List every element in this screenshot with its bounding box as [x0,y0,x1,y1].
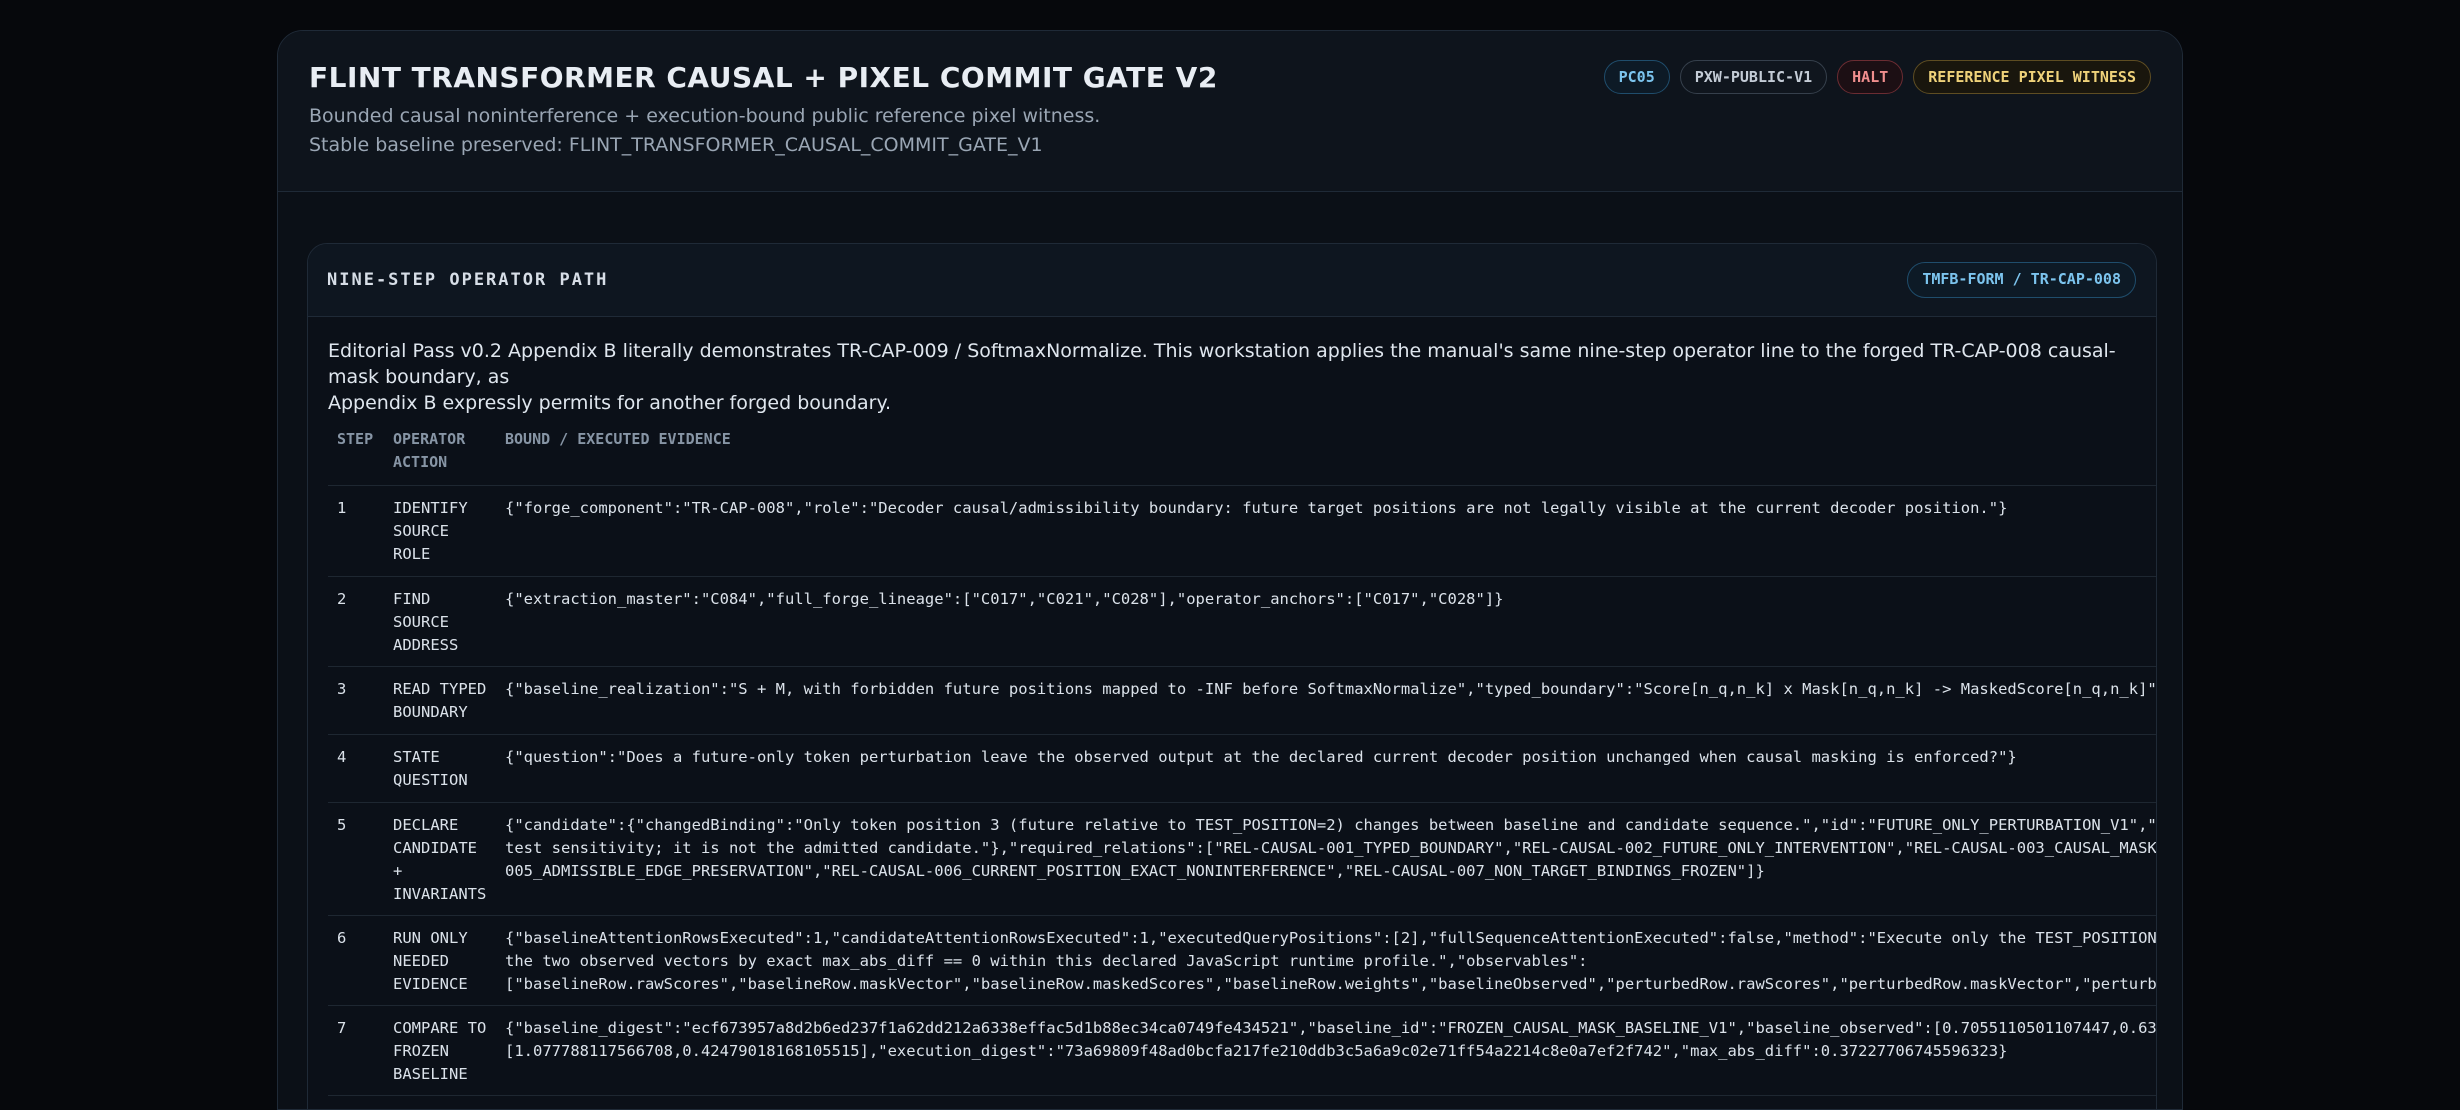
table-header-row: STEP OPERATOR ACTION BOUND / EXECUTED EV… [328,419,2156,486]
panel-title: NINE-STEP OPERATOR PATH [327,270,609,290]
subtitle-description: Bounded causal noninterference + executi… [309,105,1101,127]
operator-action-line: + [393,862,403,880]
evidence-line: {"baselineAttentionRowsExecuted":1,"cand… [505,929,2157,947]
operator-path-panel: NINE-STEP OPERATOR PATH TMFB-FORM / TR-C… [307,243,2157,1109]
evidence-line: 005_ADMISSIBLE_EDGE_PRESERVATION","REL-C… [505,862,1765,880]
step-number: 2 [337,590,347,608]
operator-action-line: DECLARE [393,816,459,834]
status-badge-reference-pixel-witness: REFERENCE PIXEL WITNESS [1913,60,2151,94]
operator-action-line: BASELINE [393,1065,468,1083]
operator-action-line: ADDRESS [393,636,459,654]
column-header-step: STEP [337,430,374,448]
operator-action-line: RUN ONLY [393,929,468,947]
operator-action-line: READ TYPED [393,680,487,698]
evidence-line: {"forge_component":"TR-CAP-008","role":"… [505,499,2008,517]
operator-action-line: INVARIANTS [393,885,487,903]
operator-action-line: SOURCE [393,613,449,631]
evidence-cell: {"candidate":{"changedBinding":"Only tok… [505,814,2157,883]
status-badges: PC05 PXW-PUBLIC-V1 HALT REFERENCE PIXEL … [1603,60,2151,94]
step-number: 7 [337,1019,347,1037]
column-header-evidence: BOUND / EXECUTED EVIDENCE [505,430,731,448]
evidence-line: {"baseline_realization":"S + M, with for… [505,680,2157,698]
step-number: 1 [337,499,347,517]
operator-action: STATE QUESTION [393,746,493,792]
evidence-line: test sensitivity; it is not the admitted… [505,839,2157,857]
operator-action-line: QUESTION [393,771,468,789]
evidence-line: ["baselineRow.rawScores","baselineRow.ma… [505,975,2157,993]
status-badge-halt: HALT [1837,60,1904,94]
step-number: 5 [337,816,347,834]
table-row: 5 DECLARE CANDIDATE + INVARIANTS {"candidate"… [328,803,2157,916]
operator-action-line: STATE [393,748,440,766]
operator-action: READ TYPED BOUNDARY [393,678,493,724]
panel-header: NINE-STEP OPERATOR PATH TMFB-FORM / TR-C… [308,244,2156,317]
evidence-cell: {"question":"Does a future-only token pe… [505,746,2017,769]
table-row: 2 FIND SOURCE ADDRESS {"extraction_master":"… [328,577,2156,667]
operator-action-line: COMPARE TO [393,1019,487,1037]
column-header-operator-line2: ACTION [393,453,448,471]
status-badge-pc05: PC05 [1603,60,1670,94]
operator-action-line: IDENTIFY [393,499,468,517]
header: FLINT TRANSFORMER CAUSAL + PIXEL COMMIT … [278,31,2182,192]
intro-line-2: Appendix B expressly permits for another… [328,392,892,414]
evidence-line: the two observed vectors by exact max_ab… [505,952,1588,970]
table-row: 7 COMPARE TO FROZEN BASELINE {"baseline_dige… [328,1006,2157,1096]
operator-action: FIND SOURCE ADDRESS [393,588,493,657]
column-header-operator-line1: OPERATOR [393,430,466,448]
page-title: FLINT TRANSFORMER CAUSAL + PIXEL COMMIT … [309,61,1218,94]
evidence-cell: {"baseline_digest":"ecf673957a8d2b6ed237… [505,1017,2157,1063]
operator-action: IDENTIFY SOURCE ROLE [393,497,493,566]
table-row: 6 RUN ONLY NEEDED EVIDENCE {"baselineAttenti… [328,916,2157,1006]
operator-action-line: EVIDENCE [393,975,468,993]
table-body: 1 IDENTIFY SOURCE ROLE {"forge_component":"T… [328,486,2157,1096]
intro-line-1: Editorial Pass v0.2 Appendix B literally… [328,340,2116,388]
table-row: 3 READ TYPED BOUNDARY {"baseline_realizatio… [328,667,2157,735]
evidence-line: {"question":"Does a future-only token pe… [505,748,2017,766]
evidence-line: [1.077788117566708,0.42479018168105515],… [505,1042,2008,1060]
operator-action-line: FROZEN [393,1042,449,1060]
status-badge-pxw: PXW-PUBLIC-V1 [1679,60,1828,94]
step-number: 4 [337,748,347,766]
operator-table: STEP OPERATOR ACTION BOUND / EXECUTED EV… [328,419,2157,1096]
evidence-cell: {"forge_component":"TR-CAP-008","role":"… [505,497,2007,520]
operator-action-line: SOURCE [393,522,449,540]
step-number: 6 [337,929,347,947]
panel-intro: Editorial Pass v0.2 Appendix B literally… [328,338,2128,416]
operator-action: RUN ONLY NEEDED EVIDENCE [393,927,493,996]
operator-action-line: FIND [393,590,431,608]
evidence-line: {"candidate":{"changedBinding":"Only tok… [505,816,2157,834]
panel-badge: TMFB-FORM / TR-CAP-008 [1907,262,2136,298]
operator-action-line: CANDIDATE [393,839,477,857]
subtitle-baseline: Stable baseline preserved: FLINT_TRANSFO… [309,134,1043,156]
operator-action-line: NEEDED [393,952,449,970]
evidence-cell: {"baselineAttentionRowsExecuted":1,"cand… [505,927,2157,996]
evidence-cell: {"extraction_master":"C084","full_forge_… [505,588,1504,611]
operator-action: DECLARE CANDIDATE + INVARIANTS [393,814,493,906]
operator-action-line: ROLE [393,545,431,563]
evidence-line: {"baseline_digest":"ecf673957a8d2b6ed237… [505,1019,2157,1037]
evidence-cell: {"baseline_realization":"S + M, with for… [505,678,2157,701]
workstation-window: FLINT TRANSFORMER CAUSAL + PIXEL COMMIT … [277,30,2183,1110]
table-row: 4 STATE QUESTION {"question":"Does a future… [328,735,2156,803]
step-number: 3 [337,680,347,698]
operator-action-line: BOUNDARY [393,703,468,721]
evidence-line: {"extraction_master":"C084","full_forge_… [505,590,1504,608]
column-header-operator: OPERATOR ACTION [393,428,493,474]
operator-action: COMPARE TO FROZEN BASELINE [393,1017,493,1086]
table-row: 1 IDENTIFY SOURCE ROLE {"forge_component":"T… [328,486,2156,577]
